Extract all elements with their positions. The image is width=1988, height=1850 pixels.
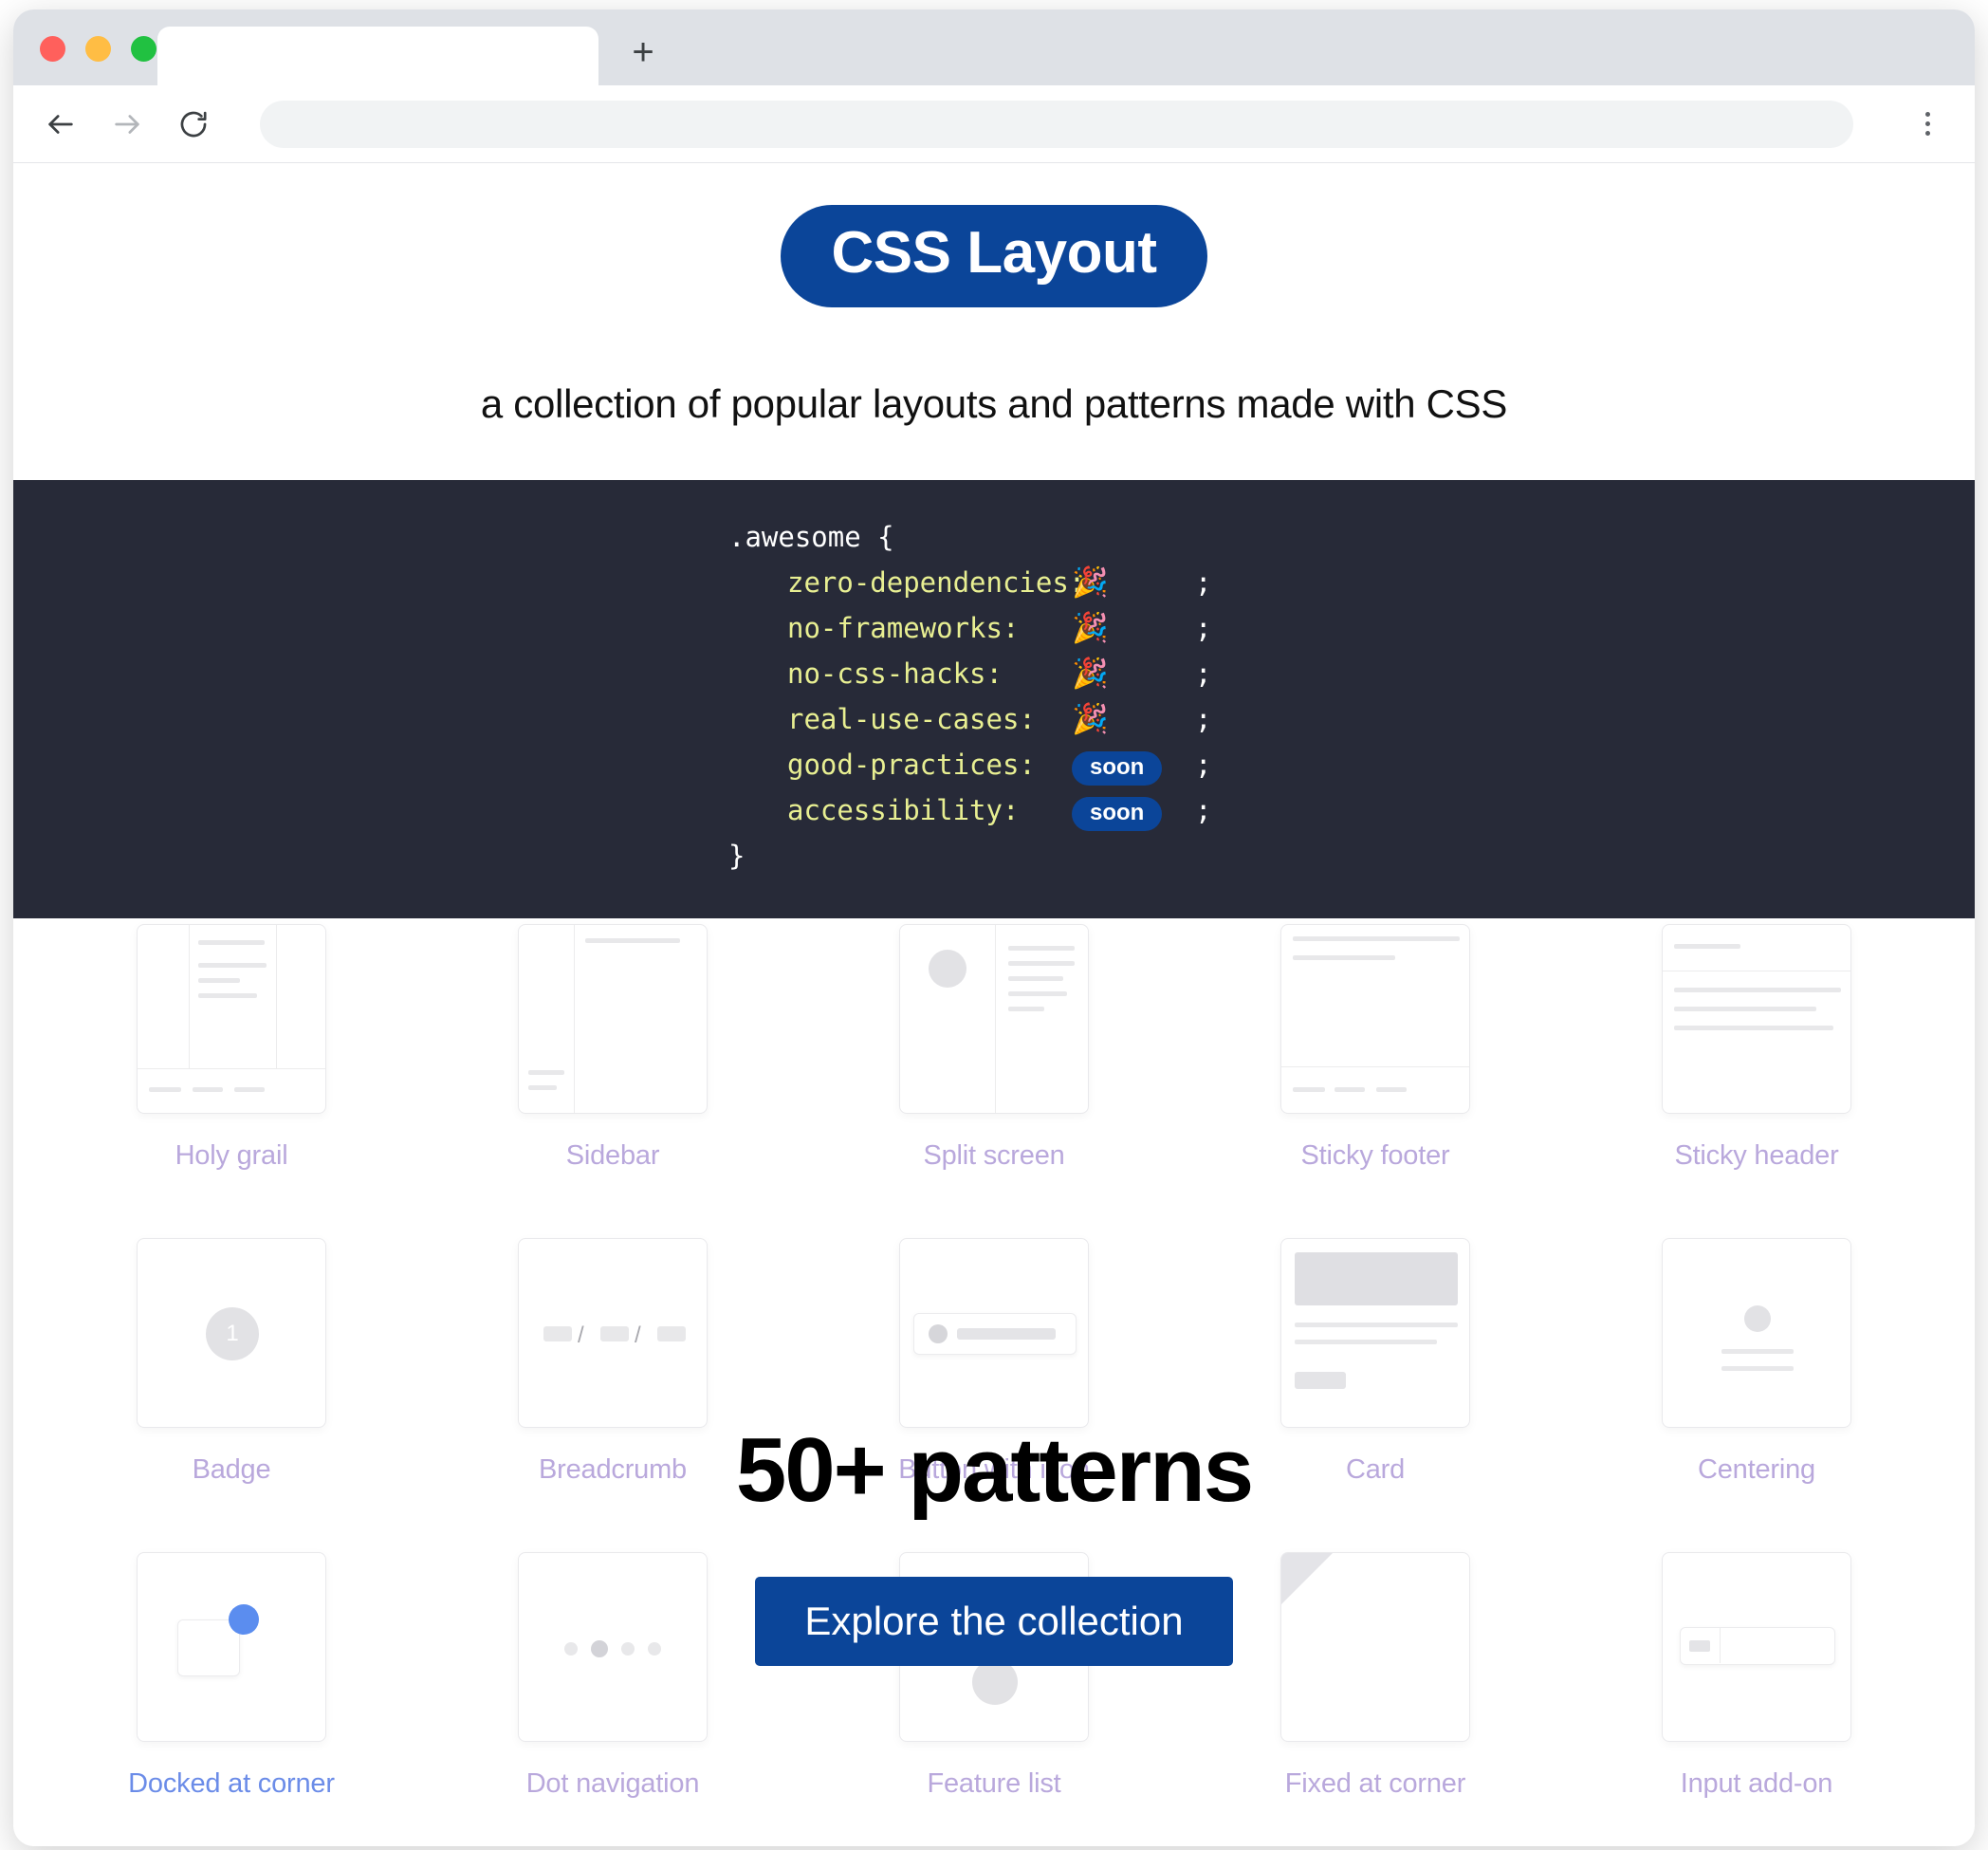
pattern-label: Input add-on <box>1680 1768 1833 1799</box>
code-line-close: } <box>728 833 1260 879</box>
code-property: good-practices: <box>787 749 1036 781</box>
semicolon: ; <box>1195 566 1212 599</box>
code-block: .awesome { zero-dependencies: 🎉 ; no-fra… <box>13 480 1975 918</box>
code-value-emoji: 🎉 <box>1072 657 1109 691</box>
pattern-label: Sticky header <box>1674 1140 1839 1171</box>
soon-badge: soon <box>1072 751 1163 786</box>
pattern-label: Card <box>1345 1454 1406 1485</box>
semicolon: ; <box>1195 794 1212 826</box>
holy-grail-thumbnail <box>137 924 326 1114</box>
badge-thumbnail: 1 <box>137 1238 326 1428</box>
pattern-label: Centering <box>1698 1454 1815 1485</box>
split-screen-thumbnail <box>899 924 1089 1114</box>
pattern-label: Holy grail <box>175 1140 288 1171</box>
page-tagline: a collection of popular layouts and patt… <box>480 381 1508 426</box>
pattern-label: Split screen <box>923 1140 1065 1171</box>
pattern-label: Docked at corner <box>128 1768 335 1799</box>
code-line: good-practices: soon ; <box>728 742 1260 787</box>
pattern-label: Button with icon <box>898 1454 1090 1485</box>
pattern-card-dot-navigation[interactable]: Dot navigation <box>489 1552 736 1800</box>
close-window-button[interactable] <box>40 36 65 62</box>
pattern-card-fixed-at-corner[interactable]: Fixed at corner <box>1252 1552 1499 1800</box>
open-brace: { <box>877 521 894 553</box>
code-value-emoji: 🎉 <box>1072 565 1109 600</box>
code-line-selector: .awesome { <box>728 514 1260 560</box>
browser-window: + Holy grail Sidebar Split screen Sticky… <box>13 9 1975 1846</box>
code-line: no-css-hacks: 🎉 ; <box>728 651 1260 696</box>
pattern-label: Sticky footer <box>1300 1140 1450 1171</box>
code-property: no-frameworks: <box>787 612 1020 644</box>
pattern-label: Feature list <box>927 1768 1061 1799</box>
pattern-card-input-add-on[interactable]: Input add-on <box>1633 1552 1880 1800</box>
browser-tab-strip: + <box>13 9 1975 85</box>
page-viewport: Holy grail Sidebar Split screen Sticky f… <box>13 163 1975 1846</box>
pattern-card-sticky-header[interactable]: Sticky header <box>1633 924 1880 1172</box>
pattern-card-button-with-icon[interactable]: Button with icon <box>871 1238 1117 1486</box>
card-thumbnail <box>1280 1238 1470 1428</box>
sticky-footer-thumbnail <box>1280 924 1470 1114</box>
breadcrumb-thumbnail: / / <box>518 1238 708 1428</box>
pattern-label: Breadcrumb <box>539 1454 687 1485</box>
pattern-card-sidebar[interactable]: Sidebar <box>489 924 736 1172</box>
reload-icon[interactable] <box>173 103 214 145</box>
input-add-on-thumbnail <box>1662 1552 1851 1742</box>
semicolon: ; <box>1195 657 1212 690</box>
docked-at-corner-thumbnail <box>137 1552 326 1742</box>
forward-arrow-icon[interactable] <box>106 103 148 145</box>
soon-badge: soon <box>1072 797 1163 831</box>
pattern-label: Sidebar <box>565 1140 660 1171</box>
fixed-at-corner-thumbnail <box>1280 1552 1470 1742</box>
pattern-label: Fixed at corner <box>1284 1768 1466 1799</box>
code-property: accessibility: <box>787 794 1020 826</box>
brand-badge: CSS Layout <box>780 205 1208 307</box>
dot-navigation-thumbnail <box>518 1552 708 1742</box>
new-tab-label: + <box>632 31 654 73</box>
maximize-window-button[interactable] <box>131 36 156 62</box>
semicolon: ; <box>1195 703 1212 735</box>
code-line: accessibility: soon ; <box>728 787 1260 833</box>
new-tab-button[interactable]: + <box>619 28 667 76</box>
pattern-card-badge[interactable]: 1 Badge <box>108 1238 355 1486</box>
sidebar-thumbnail <box>518 924 708 1114</box>
pattern-label: Dot navigation <box>525 1768 700 1799</box>
kebab-menu-icon[interactable] <box>1906 103 1948 145</box>
code-property: zero-dependencies: <box>787 566 1086 599</box>
back-arrow-icon[interactable] <box>40 103 82 145</box>
button-with-icon-thumbnail <box>899 1238 1089 1428</box>
code-line: no-frameworks: 🎉 ; <box>728 605 1260 651</box>
address-bar-input[interactable] <box>260 100 1853 148</box>
pattern-card-card[interactable]: Card <box>1252 1238 1499 1486</box>
code-value-emoji: 🎉 <box>1072 611 1109 645</box>
pattern-label: Badge <box>192 1454 271 1485</box>
css-selector: .awesome <box>728 521 861 553</box>
code-inner: .awesome { zero-dependencies: 🎉 ; no-fra… <box>728 514 1260 879</box>
browser-tab[interactable] <box>157 27 598 85</box>
pattern-card-docked-at-corner[interactable]: Docked at corner <box>108 1552 355 1800</box>
pattern-card-breadcrumb[interactable]: / / Breadcrumb <box>489 1238 736 1486</box>
code-property: no-css-hacks: <box>787 657 1003 690</box>
sticky-header-thumbnail <box>1662 924 1851 1114</box>
minimize-window-button[interactable] <box>85 36 111 62</box>
code-line: zero-dependencies: 🎉 ; <box>728 560 1260 605</box>
code-property: real-use-cases: <box>787 703 1036 735</box>
window-controls <box>40 36 156 62</box>
centering-thumbnail <box>1662 1238 1851 1428</box>
code-line: real-use-cases: 🎉 ; <box>728 696 1260 742</box>
browser-toolbar <box>13 85 1975 163</box>
semicolon: ; <box>1195 749 1212 781</box>
page-header: CSS Layout a collection of popular layou… <box>13 163 1975 427</box>
pattern-card-holy-grail[interactable]: Holy grail <box>108 924 355 1172</box>
code-value-emoji: 🎉 <box>1072 702 1109 736</box>
explore-collection-button[interactable]: Explore the collection <box>755 1577 1233 1666</box>
pattern-card-split-screen[interactable]: Split screen <box>871 924 1117 1172</box>
semicolon: ; <box>1195 612 1212 644</box>
pattern-card-sticky-footer[interactable]: Sticky footer <box>1252 924 1499 1172</box>
close-brace: } <box>728 840 746 872</box>
badge-count: 1 <box>226 1321 239 1346</box>
pattern-card-centering[interactable]: Centering <box>1633 1238 1880 1486</box>
